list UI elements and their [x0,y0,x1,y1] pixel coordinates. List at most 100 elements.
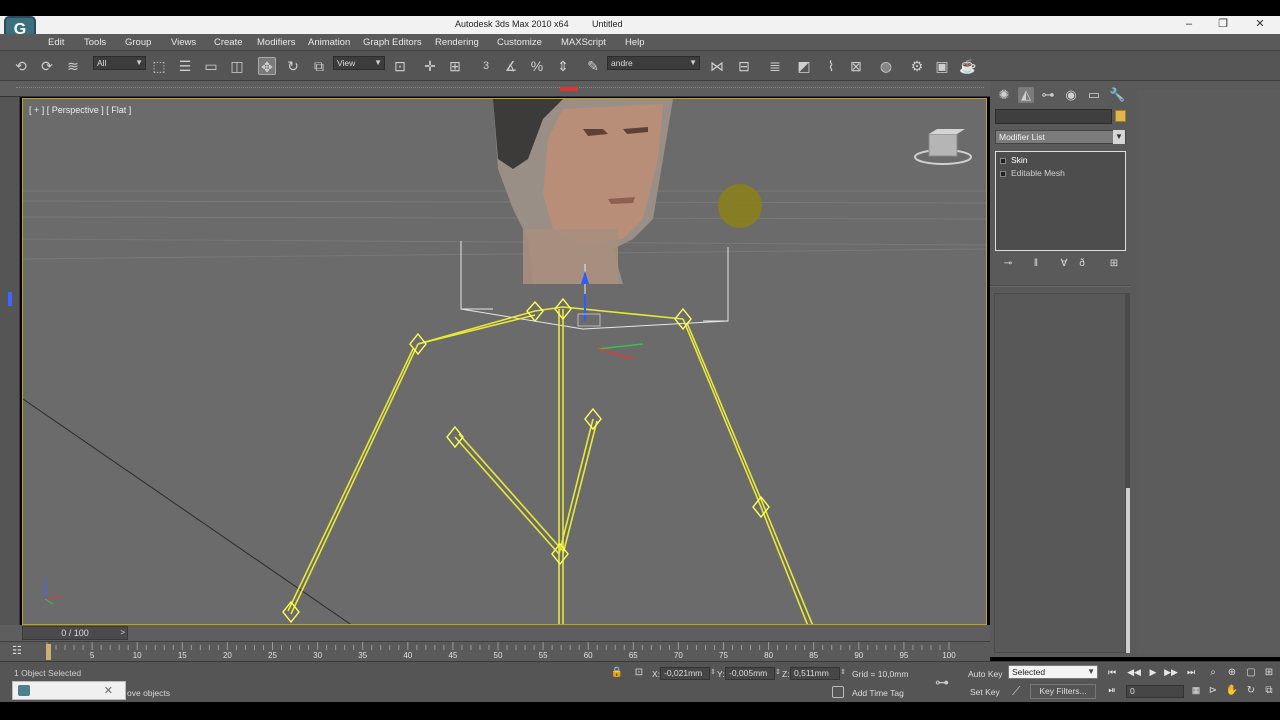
material-editor-icon[interactable]: ◍ [877,57,895,75]
stack-item-editable-mesh[interactable]: Editable Mesh [1000,168,1065,178]
curve-editor-icon[interactable]: ⌇ [822,57,840,75]
absolute-mode-icon[interactable]: ⊡ [632,666,646,680]
modify-tab-icon[interactable]: ◭ [1018,87,1034,103]
selection-lock-icon[interactable]: 🔒 [610,666,624,680]
menu-views[interactable]: Views [171,37,196,48]
angle-snap-icon[interactable]: ∡ [502,57,520,75]
select-rotate-icon[interactable]: ↻ [284,57,302,75]
edit-named-selection-icon[interactable]: ✎ [584,57,602,75]
stack-item-skin[interactable]: Skin [1000,155,1028,165]
key-filters-button[interactable]: Key Filters... [1030,684,1096,699]
keyboard-shortcut-icon[interactable]: ⊞ [446,57,464,75]
current-frame-field[interactable]: 0 [1126,685,1184,698]
previous-frame-icon[interactable]: ◀◀ [1126,666,1142,679]
light-bulb-icon[interactable] [1000,170,1006,177]
select-object-icon[interactable]: ⬚ [150,57,168,75]
pin-stack-icon[interactable]: ⊸ [1001,257,1015,271]
schematic-view-icon[interactable]: ⊠ [847,57,865,75]
render-production-icon[interactable]: ☕ [959,57,977,75]
close-icon[interactable]: ✕ [104,684,113,697]
graphite-tools-icon[interactable]: ◩ [795,57,813,75]
curve-editor-mini-icon[interactable]: ☷ [12,645,28,657]
restore-button[interactable]: ❐ [1206,16,1240,34]
orbit-icon[interactable]: ↻ [1244,684,1258,698]
key-set-dropdown[interactable]: Selected ▼ [1008,665,1098,679]
object-name-field[interactable] [995,109,1112,124]
time-slider[interactable]: 0 / 100 > [0,625,990,641]
named-selection-dropdown[interactable]: andre ▼ [607,56,700,70]
window-crossing-icon[interactable]: ◫ [228,57,246,75]
menu-maxscript[interactable]: MAXScript [561,37,606,48]
utilities-tab-icon[interactable]: 🔧 [1109,87,1125,103]
zoom-extents-all-icon[interactable]: ⊞ [1262,666,1276,680]
zoom-all-icon[interactable]: ⊕ [1225,666,1239,680]
menu-graph-editors[interactable]: Graph Editors [363,37,422,48]
reference-coord-dropdown[interactable]: View ▼ [333,56,385,70]
selection-filter-dropdown[interactable]: All ▼ [93,56,146,70]
minimize-button[interactable]: – [1172,16,1206,34]
spinner-snap-icon[interactable]: ⇕ [554,57,572,75]
rendered-frame-window-icon[interactable]: ▣ [933,57,951,75]
rectangular-selection-icon[interactable]: ▭ [202,57,220,75]
render-setup-icon[interactable]: ⚙ [908,57,926,75]
menu-rendering[interactable]: Rendering [435,37,479,48]
x-spinner-icon[interactable]: ⇕ [710,668,716,676]
z-spinner-icon[interactable]: ⇕ [840,668,846,676]
select-move-icon[interactable]: ✥ [258,57,276,75]
mirror-icon[interactable]: ⋈ [708,57,726,75]
frame-counter[interactable]: 0 / 100 > [22,626,128,640]
pan-view-icon[interactable]: ✋ [1225,684,1239,698]
make-unique-icon[interactable]: ∀ [1057,257,1071,271]
menu-edit[interactable]: Edit [48,37,64,48]
pivot-center-icon[interactable]: ⊡ [391,57,409,75]
play-icon[interactable]: ▶ [1145,666,1161,679]
y-coordinate-field[interactable]: -0,005mm [725,667,775,680]
viewport-scene[interactable] [23,99,987,625]
menu-modifiers[interactable]: Modifiers [257,37,296,48]
set-key-button[interactable]: Set Key [970,687,1000,697]
object-color-swatch[interactable] [1115,110,1126,122]
menu-tools[interactable]: Tools [84,37,106,48]
time-tag-icon[interactable] [832,686,844,698]
zoom-extents-icon[interactable]: ▢ [1244,666,1258,680]
next-frame-icon[interactable]: ▶▶ [1163,666,1179,679]
zoom-icon[interactable]: ⌕ [1206,666,1220,680]
snaps-toggle-icon[interactable]: 3 [477,57,495,75]
percent-snap-icon[interactable]: % [528,57,546,75]
track-bar[interactable]: ☷ 5 10 15 20 25 30 35 40 45 50 55 60 65 70 75 80 85 90 95 1… [0,641,990,661]
show-end-result-icon[interactable]: ‖ [1029,257,1043,271]
align-icon[interactable]: ⊟ [735,57,753,75]
y-spinner-icon[interactable]: ⇕ [775,668,781,676]
time-config-icon[interactable]: ▦ [1188,684,1204,697]
time-slider-thumb[interactable] [46,644,51,660]
menu-create[interactable]: Create [214,37,243,48]
display-tab-icon[interactable]: ▭ [1086,87,1102,103]
select-scale-icon[interactable]: ⧉ [310,57,328,75]
hierarchy-tab-icon[interactable]: ⊶ [1040,87,1056,103]
key-mode-icon[interactable]: ⊶ [935,674,949,691]
command-panel-scrollbar[interactable] [1126,293,1130,653]
link-icon[interactable]: ≋ [64,57,82,75]
maxscript-listener[interactable]: ✕ [12,681,126,700]
motion-tab-icon[interactable]: ◉ [1063,87,1079,103]
select-manipulate-icon[interactable]: ✛ [421,57,439,75]
viewport-label[interactable]: [ + ] [ Perspective ] [ Flat ] [29,105,131,115]
menu-help[interactable]: Help [625,37,645,48]
perspective-viewport[interactable]: [ + ] [ Perspective ] [ Flat ] [22,98,987,625]
modifier-stack[interactable]: Skin Editable Mesh [995,151,1126,251]
menu-group[interactable]: Group [125,37,151,48]
layer-manager-icon[interactable]: ≣ [766,57,784,75]
remove-modifier-icon[interactable]: ð [1075,257,1089,271]
key-mode-toggle-icon[interactable]: ⏯ [1104,684,1120,697]
select-by-name-icon[interactable]: ☰ [176,57,194,75]
set-keys-icon[interactable]: ⟋ [1012,684,1020,699]
configure-sets-icon[interactable]: ⊞ [1107,257,1121,271]
z-coordinate-field[interactable]: 0,511mm [790,667,840,680]
auto-key-button[interactable]: Auto Key [968,669,1003,679]
create-tab-icon[interactable]: ✺ [996,87,1012,103]
menu-customize[interactable]: Customize [497,37,542,48]
undo-icon[interactable]: ⟲ [12,57,30,75]
modifier-list-dropdown[interactable]: Modifier List ▼ [995,130,1126,144]
field-of-view-icon[interactable]: ⊳ [1206,684,1220,698]
x-coordinate-field[interactable]: -0,021mm [660,667,710,680]
